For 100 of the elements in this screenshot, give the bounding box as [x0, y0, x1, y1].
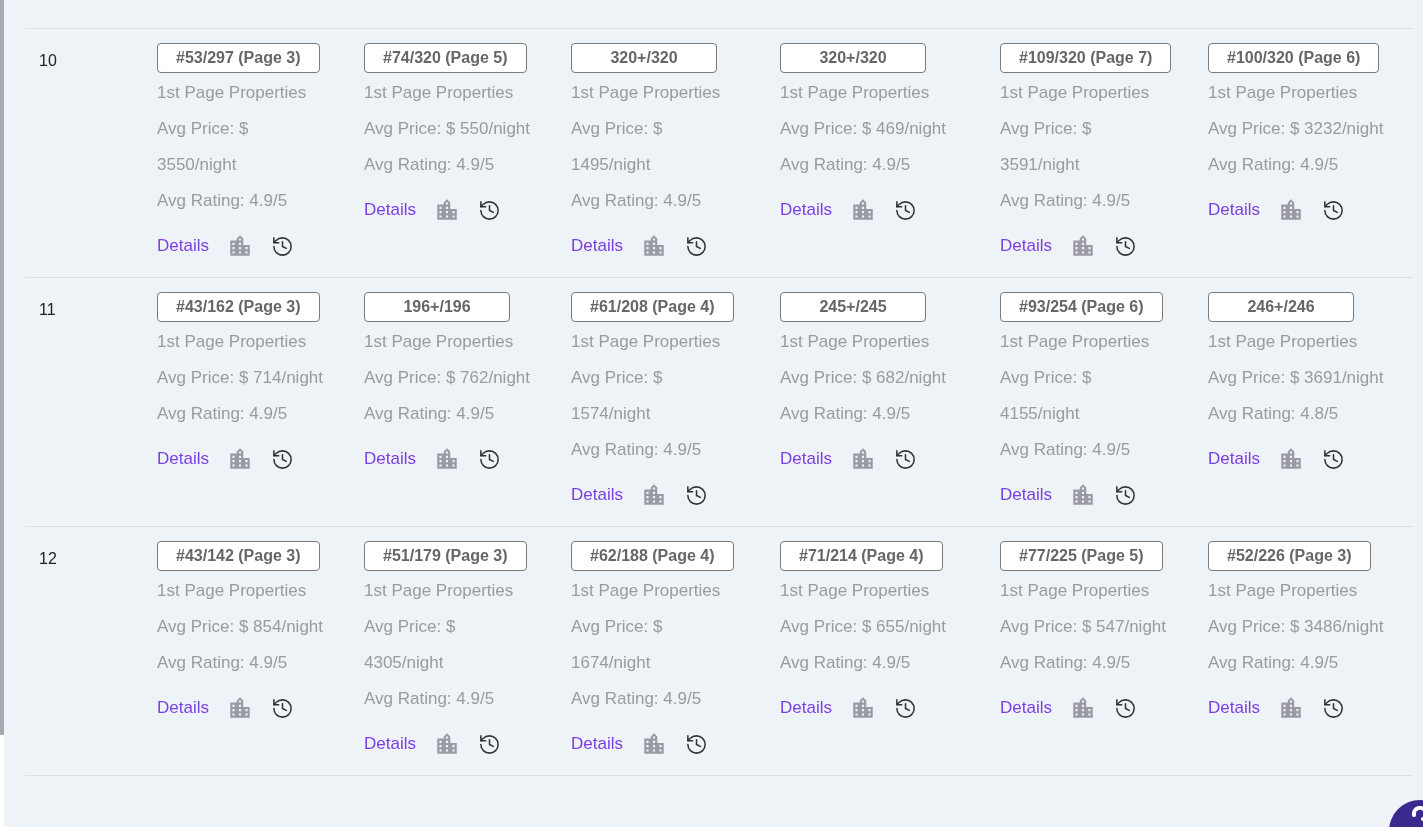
details-link[interactable]: Details	[364, 449, 416, 469]
details-link[interactable]: Details	[780, 200, 832, 220]
price-text: Avg Price: $ 682/night	[780, 367, 946, 389]
rating-text: Avg Rating: 4.9/5	[157, 190, 288, 212]
history-icon[interactable]	[1321, 447, 1345, 471]
details-link[interactable]: Details	[571, 734, 623, 754]
rating-text: Avg Rating: 4.9/5	[780, 154, 911, 176]
price-text: Avg Price: $ 714/night	[157, 367, 323, 389]
rank-tag: #77/225 (Page 5)	[1000, 541, 1163, 571]
rating-text: Avg Rating: 4.9/5	[364, 403, 495, 425]
rank-tag: #93/254 (Page 6)	[1000, 292, 1163, 322]
details-link[interactable]: Details	[1208, 449, 1260, 469]
details-link[interactable]: Details	[1000, 236, 1052, 256]
label-text: 1st Page Properties	[780, 580, 930, 602]
label-text: 1st Page Properties	[157, 331, 307, 353]
label-text: 1st Page Properties	[1000, 580, 1150, 602]
rating-text: Avg Rating: 4.9/5	[1000, 439, 1131, 461]
rating-text: Avg Rating: 4.9/5	[780, 652, 911, 674]
history-icon[interactable]	[684, 483, 708, 507]
label-text: 1st Page Properties	[364, 82, 514, 104]
row-number: 12	[38, 549, 58, 569]
price-text: Avg Price: $ 3591/night	[1000, 118, 1093, 176]
label-text: 1st Page Properties	[364, 331, 514, 353]
price-text: Avg Price: $ 854/night	[157, 616, 323, 638]
history-icon[interactable]	[1321, 198, 1345, 222]
price-text: Avg Price: $ 3486/night	[1208, 616, 1384, 638]
rank-tag: #109/320 (Page 7)	[1000, 43, 1172, 73]
rating-text: Avg Rating: 4.9/5	[571, 688, 702, 710]
rating-text: Avg Rating: 4.9/5	[1208, 154, 1339, 176]
price-text: Avg Price: $ 547/night	[1000, 616, 1166, 638]
rating-text: Avg Rating: 4.9/5	[1000, 190, 1131, 212]
label-text: 1st Page Properties	[1208, 331, 1358, 353]
rating-text: Avg Rating: 4.9/5	[780, 403, 911, 425]
price-text: Avg Price: $ 3550/night	[157, 118, 250, 176]
price-text: Avg Price: $ 1574/night	[571, 367, 664, 425]
label-text: 1st Page Properties	[364, 580, 514, 602]
rating-text: Avg Rating: 4.8/5	[1208, 403, 1339, 425]
details-link[interactable]: Details	[1208, 698, 1260, 718]
label-text: 1st Page Properties	[780, 331, 930, 353]
details-link[interactable]: Details	[157, 698, 209, 718]
details-link[interactable]: Details	[1208, 200, 1260, 220]
price-text: Avg Price: $ 762/night	[364, 367, 530, 389]
rank-tag: #61/208 (Page 4)	[571, 292, 734, 322]
row-number: 10	[38, 51, 58, 71]
history-icon[interactable]	[1113, 696, 1137, 720]
history-icon[interactable]	[270, 447, 294, 471]
details-link[interactable]: Details	[1000, 485, 1052, 505]
rank-tag: 320+/320	[571, 43, 717, 73]
price-text: Avg Price: $ 550/night	[364, 118, 530, 140]
history-icon[interactable]	[477, 447, 501, 471]
rank-tag: #43/142 (Page 3)	[157, 541, 320, 571]
history-icon[interactable]	[684, 732, 708, 756]
label-text: 1st Page Properties	[1208, 580, 1358, 602]
price-text: Avg Price: $ 3232/night	[1208, 118, 1384, 140]
details-link[interactable]: Details	[571, 236, 623, 256]
rating-text: Avg Rating: 4.9/5	[157, 652, 288, 674]
rank-tag: 320+/320	[780, 43, 926, 73]
rank-tag: #53/297 (Page 3)	[157, 43, 320, 73]
history-icon[interactable]	[270, 234, 294, 258]
rank-tag: #100/320 (Page 6)	[1208, 43, 1380, 73]
label-text: 1st Page Properties	[571, 82, 721, 104]
history-icon[interactable]	[893, 198, 917, 222]
rating-text: Avg Rating: 4.9/5	[364, 154, 495, 176]
details-link[interactable]: Details	[780, 698, 832, 718]
history-icon[interactable]	[893, 447, 917, 471]
details-link[interactable]: Details	[157, 449, 209, 469]
details-link[interactable]: Details	[571, 485, 623, 505]
rank-tag: #52/226 (Page 3)	[1208, 541, 1371, 571]
rank-tag: #74/320 (Page 5)	[364, 43, 527, 73]
history-icon[interactable]	[477, 198, 501, 222]
rating-text: Avg Rating: 4.9/5	[364, 688, 495, 710]
history-icon[interactable]	[684, 234, 708, 258]
row-number: 11	[38, 300, 57, 320]
price-text: Avg Price: $ 3691/night	[1208, 367, 1384, 389]
rating-text: Avg Rating: 4.9/5	[1000, 652, 1131, 674]
rank-tag: #71/214 (Page 4)	[780, 541, 943, 571]
details-link[interactable]: Details	[364, 734, 416, 754]
price-text: Avg Price: $ 1495/night	[571, 118, 664, 176]
details-link[interactable]: Details	[157, 236, 209, 256]
details-link[interactable]: Details	[1000, 698, 1052, 718]
label-text: 1st Page Properties	[157, 82, 307, 104]
price-text: Avg Price: $ 4305/night	[364, 616, 457, 674]
details-link[interactable]: Details	[364, 200, 416, 220]
history-icon[interactable]	[1113, 234, 1137, 258]
history-icon[interactable]	[1321, 696, 1345, 720]
rating-text: Avg Rating: 4.9/5	[571, 439, 702, 461]
price-text: Avg Price: $ 655/night	[780, 616, 946, 638]
history-icon[interactable]	[270, 696, 294, 720]
rating-text: Avg Rating: 4.9/5	[571, 190, 702, 212]
details-link[interactable]: Details	[780, 449, 832, 469]
rank-tag: #43/162 (Page 3)	[157, 292, 320, 322]
history-icon[interactable]	[1113, 483, 1137, 507]
rating-text: Avg Rating: 4.9/5	[1208, 652, 1339, 674]
price-text: Avg Price: $ 469/night	[780, 118, 946, 140]
rank-tag: #51/179 (Page 3)	[364, 541, 527, 571]
history-icon[interactable]	[477, 732, 501, 756]
history-icon[interactable]	[893, 696, 917, 720]
rank-tag: #62/188 (Page 4)	[571, 541, 734, 571]
label-text: 1st Page Properties	[1000, 82, 1150, 104]
label-text: 1st Page Properties	[157, 580, 307, 602]
